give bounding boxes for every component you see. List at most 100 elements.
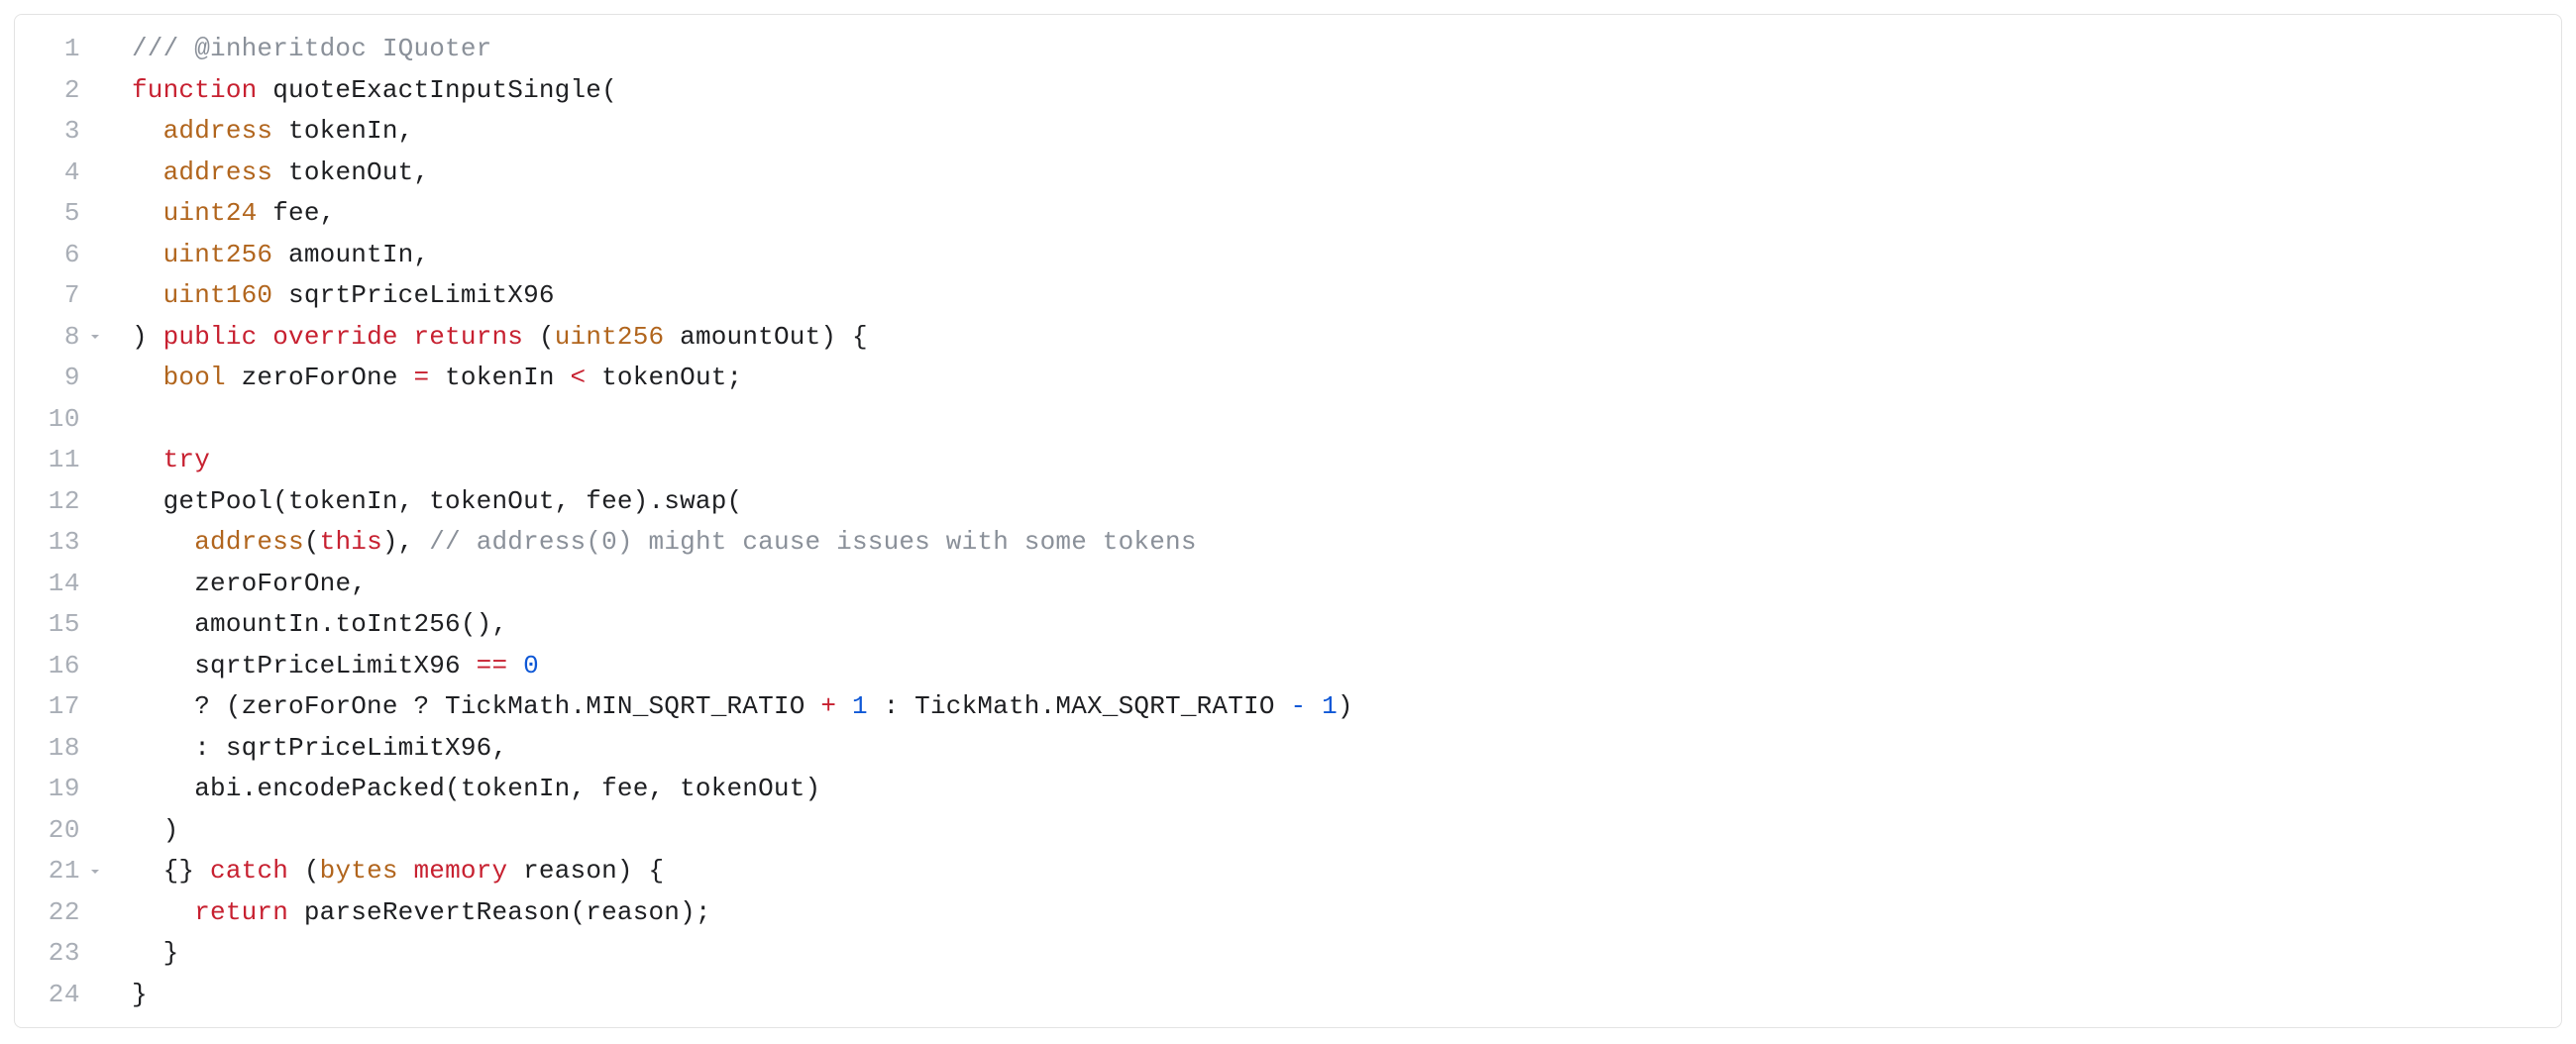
code-token: // address(0) might cause issues with so…: [429, 527, 1196, 557]
indent: [132, 609, 194, 639]
code-line[interactable]: return parseRevertReason(reason);: [132, 892, 2561, 934]
gutter-line: 22: [15, 892, 114, 934]
code-token: reason) {: [507, 856, 664, 886]
code-line[interactable]: try: [132, 440, 2561, 481]
code-token: memory: [413, 856, 507, 886]
code-token: ),: [382, 527, 429, 557]
code-line[interactable]: amountIn.toInt256(),: [132, 604, 2561, 646]
line-number: 7: [35, 275, 80, 317]
code-token: [1306, 691, 1322, 721]
code-line[interactable]: abi.encodePacked(tokenIn, fee, tokenOut): [132, 769, 2561, 810]
indent: [132, 569, 194, 598]
gutter-line: 13: [15, 522, 114, 564]
code-token: (: [523, 322, 555, 352]
code-token: catch: [210, 856, 288, 886]
line-number: 8: [35, 317, 80, 359]
indent: [132, 157, 163, 187]
line-number: 22: [35, 892, 80, 934]
code-token: [507, 651, 523, 680]
gutter-line: 16: [15, 646, 114, 687]
code-token: (: [304, 527, 320, 557]
code-line[interactable]: address tokenIn,: [132, 111, 2561, 153]
code-token: (: [288, 856, 320, 886]
code-line[interactable]: {} catch (bytes memory reason) {: [132, 851, 2561, 892]
indent: [132, 116, 163, 146]
code-token: ): [163, 815, 179, 845]
code-line[interactable]: sqrtPriceLimitX96 == 0: [132, 646, 2561, 687]
code-line[interactable]: function quoteExactInputSingle(: [132, 70, 2561, 112]
gutter-line: 24: [15, 975, 114, 1016]
code-line[interactable]: : sqrtPriceLimitX96,: [132, 728, 2561, 770]
fold-toggle-icon[interactable]: [86, 331, 104, 343]
code-line[interactable]: getPool(tokenIn, tokenOut, fee).swap(: [132, 481, 2561, 523]
indent: [132, 445, 163, 474]
gutter-line: 4: [15, 153, 114, 194]
gutter-line: 2: [15, 70, 114, 112]
line-number: 2: [35, 70, 80, 112]
code-token: 1: [1322, 691, 1338, 721]
code-token: ): [132, 322, 163, 352]
line-number: 6: [35, 235, 80, 276]
gutter-line: 11: [15, 440, 114, 481]
code-token: 0: [523, 651, 539, 680]
indent: [132, 363, 163, 392]
code-line[interactable]: ): [132, 810, 2561, 852]
line-number: 10: [35, 399, 80, 441]
code-line[interactable]: bool zeroForOne = tokenIn < tokenOut;: [132, 358, 2561, 399]
code-token: sqrtPriceLimitX96: [272, 280, 554, 310]
line-number: 20: [35, 810, 80, 852]
code-line[interactable]: ) public override returns (uint256 amoun…: [132, 317, 2561, 359]
code-line[interactable]: address(this), // address(0) might cause…: [132, 522, 2561, 564]
code-line[interactable]: address tokenOut,: [132, 153, 2561, 194]
indent: [132, 691, 194, 721]
code-token: ? (zeroForOne ? TickMath.MIN_SQRT_RATIO: [194, 691, 820, 721]
gutter-line: 7: [15, 275, 114, 317]
line-number: 9: [35, 358, 80, 399]
line-number: 17: [35, 686, 80, 728]
gutter-line: 3: [15, 111, 114, 153]
code-token: address: [194, 527, 304, 557]
gutter-line: 6: [15, 235, 114, 276]
code-line[interactable]: uint24 fee,: [132, 193, 2561, 235]
gutter-line: 17: [15, 686, 114, 728]
code-token: -: [1290, 691, 1306, 721]
code-token: address: [163, 157, 273, 187]
code-line[interactable]: uint256 amountIn,: [132, 235, 2561, 276]
line-number: 18: [35, 728, 80, 770]
code-token: =: [413, 363, 429, 392]
code-token: tokenIn,: [272, 116, 413, 146]
code-line[interactable]: }: [132, 933, 2561, 975]
code-token: parseRevertReason(reason);: [288, 897, 711, 927]
code-line[interactable]: uint160 sqrtPriceLimitX96: [132, 275, 2561, 317]
code-area[interactable]: /// @inheritdoc IQuoter function quoteExa…: [114, 15, 2561, 1027]
code-token: function: [132, 75, 257, 105]
code-line[interactable]: }: [132, 975, 2561, 1016]
code-token: zeroForOne,: [194, 569, 367, 598]
indent: [132, 280, 163, 310]
code-line[interactable]: zeroForOne,: [132, 564, 2561, 605]
code-line[interactable]: /// @inheritdoc IQuoter: [132, 29, 2561, 70]
code-token: ): [1338, 691, 1353, 721]
code-token: abi.encodePacked(tokenIn, fee, tokenOut): [194, 774, 820, 803]
code-token: <: [571, 363, 587, 392]
code-token: tokenOut;: [586, 363, 742, 392]
code-token: +: [820, 691, 836, 721]
gutter-line: 21: [15, 851, 114, 892]
code-line[interactable]: [132, 399, 2561, 441]
line-number: 16: [35, 646, 80, 687]
gutter-line: 5: [15, 193, 114, 235]
code-token: address: [163, 116, 273, 146]
fold-toggle-icon[interactable]: [86, 866, 104, 878]
code-token: /// @inheritdoc IQuoter: [132, 34, 491, 63]
gutter-line: 9: [15, 358, 114, 399]
code-line[interactable]: ? (zeroForOne ? TickMath.MIN_SQRT_RATIO …: [132, 686, 2561, 728]
code-token: }: [132, 980, 148, 1009]
code-token: amountOut) {: [664, 322, 867, 352]
code-token: return: [194, 897, 288, 927]
code-token: amountIn.toInt256(),: [194, 609, 507, 639]
code-token: sqrtPriceLimitX96: [194, 651, 476, 680]
indent: [132, 486, 163, 516]
code-token: public: [163, 322, 258, 352]
line-number: 21: [35, 851, 80, 892]
gutter-line: 1: [15, 29, 114, 70]
